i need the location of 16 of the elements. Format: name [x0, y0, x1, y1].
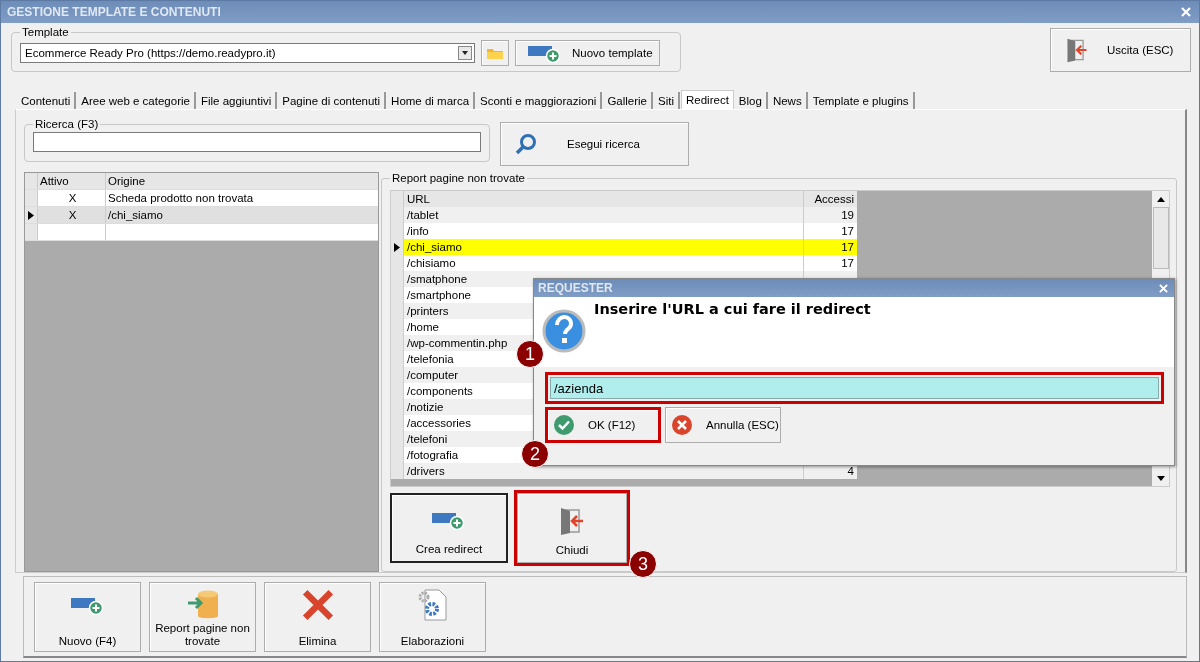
table-cell-text: 17 [840, 256, 855, 271]
window-title: GESTIONE TEMPLATE E CONTENUTI [7, 5, 221, 19]
table-cell-text: /chi_siamo [107, 208, 164, 223]
column-header: Attivo [38, 173, 106, 189]
group-label: Report pagine non trovate [391, 172, 526, 184]
table-cell-text: Scheda prodotto non trovata [107, 191, 255, 206]
group-label: Template [21, 26, 70, 38]
table-cell-text: 19 [840, 208, 855, 223]
column-header: Origine [107, 174, 147, 189]
column-header: Accessi [813, 192, 855, 207]
group-label: Ricerca (F3) [34, 118, 100, 130]
table-cell: X [38, 207, 106, 223]
table-cell-text: 4 [846, 464, 855, 479]
table-cell-text: 17 [840, 224, 855, 239]
table-cell: X [38, 190, 106, 206]
table-cell-text: 17 [840, 240, 855, 255]
